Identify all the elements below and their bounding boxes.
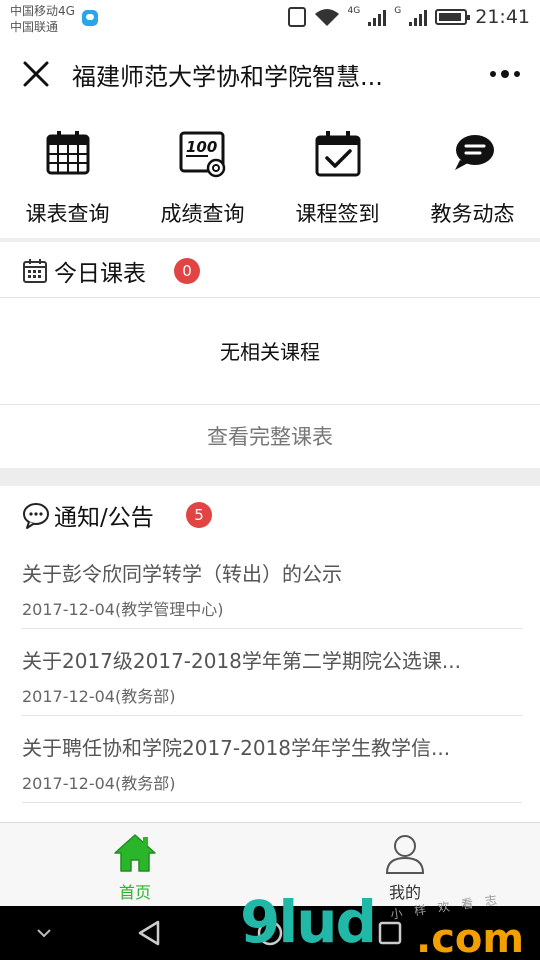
- notice-meta: 2017-12-04(教务部): [22, 774, 176, 793]
- notice-item[interactable]: 关于2017级2017-2018学年第二学期院公选课... 2017-12-04…: [22, 629, 522, 716]
- watermark-main: 9lud: [240, 888, 377, 956]
- calendar-check-icon: [315, 131, 360, 177]
- notices-header: 通知/公告 5: [0, 486, 540, 542]
- carrier-info: 中国移动4G 中国联通: [10, 3, 75, 35]
- vibrate-icon: [287, 7, 306, 27]
- notice-list: 关于彭令欣同学转学（转出）的公示 2017-12-04(教学管理中心) 关于20…: [0, 542, 540, 803]
- notice-title: 关于2017级2017-2018学年第二学期院公选课...: [22, 649, 461, 673]
- score-100-icon: 100: [179, 131, 225, 178]
- chat-bubble-icon: [454, 135, 494, 170]
- section-divider: [0, 468, 540, 486]
- title-bar: 福建师范大学协和学院智慧...: [0, 40, 540, 106]
- quick-menu-scores[interactable]: 100 成绩查询: [135, 110, 270, 238]
- notices-title: 通知/公告: [54, 505, 154, 531]
- tab-home-label: 首页: [118, 883, 151, 902]
- watermark-logo: 9lud .com 小 样 欢 看 志: [240, 888, 540, 960]
- network-label-4g: 4G: [347, 6, 361, 16]
- signal-icon-2: [409, 8, 428, 26]
- today-schedule-title: 今日课表: [54, 261, 146, 287]
- notice-title: 关于聘任协和学院2017-2018学年学生教学信...: [22, 736, 451, 760]
- svg-text:100: 100: [186, 138, 217, 156]
- status-icons: 4G G 21:41: [287, 6, 530, 28]
- more-dot-icon: [501, 70, 509, 78]
- quick-menu: 课表查询 100 成绩查询 课程签到 教务动态: [0, 110, 540, 238]
- wifi-icon: [314, 9, 339, 26]
- today-schedule-header: 今日课表 0: [0, 242, 540, 298]
- message-notification-icon: [82, 10, 98, 26]
- quick-menu-label: 课表查询: [25, 202, 110, 226]
- notice-title: 关于彭令欣同学转学（转出）的公示: [22, 562, 342, 586]
- quick-menu-checkin[interactable]: 课程签到: [270, 110, 405, 238]
- network-label-g: G: [394, 6, 402, 16]
- tab-home[interactable]: 首页: [0, 823, 270, 907]
- today-schedule-badge: 0: [174, 258, 200, 284]
- calendar-icon: [46, 131, 89, 175]
- notice-item[interactable]: 关于彭令欣同学转学（转出）的公示 2017-12-04(教学管理中心): [22, 542, 522, 629]
- quick-menu-news[interactable]: 教务动态: [405, 110, 540, 238]
- comment-icon: [23, 503, 49, 529]
- chevron-down-icon[interactable]: [14, 906, 74, 960]
- user-icon: [385, 835, 425, 874]
- quick-menu-label: 成绩查询: [160, 202, 245, 226]
- back-icon[interactable]: [120, 906, 180, 960]
- app-title: 福建师范大学协和学院智慧...: [72, 63, 383, 91]
- signal-icon-1: [368, 8, 387, 26]
- watermark-suffix: .com: [416, 916, 525, 960]
- battery-icon: [435, 9, 471, 25]
- quick-menu-label: 教务动态: [430, 202, 515, 226]
- calendar-small-icon: [23, 259, 47, 283]
- carrier-1: 中国移动4G: [10, 4, 75, 18]
- view-full-schedule-button[interactable]: 查看完整课表: [0, 404, 540, 468]
- carrier-2: 中国联通: [10, 20, 59, 34]
- more-dot-icon: [514, 71, 520, 77]
- empty-schedule-text: 无相关课程: [220, 340, 320, 364]
- notice-meta: 2017-12-04(教学管理中心): [22, 600, 224, 619]
- close-icon[interactable]: [20, 58, 52, 90]
- quick-menu-label: 课程签到: [295, 202, 380, 226]
- notice-item[interactable]: 关于聘任协和学院2017-2018学年学生教学信... 2017-12-04(教…: [22, 716, 522, 803]
- notices-badge: 5: [186, 502, 212, 528]
- home-icon: [114, 834, 156, 872]
- status-bar: 中国移动4G 中国联通 4G G 21:41: [0, 0, 540, 40]
- more-options-button[interactable]: [490, 70, 520, 78]
- notice-meta: 2017-12-04(教务部): [22, 687, 176, 706]
- more-dot-icon: [490, 71, 496, 77]
- status-time: 21:41: [475, 6, 530, 28]
- quick-menu-schedule[interactable]: 课表查询: [0, 110, 135, 238]
